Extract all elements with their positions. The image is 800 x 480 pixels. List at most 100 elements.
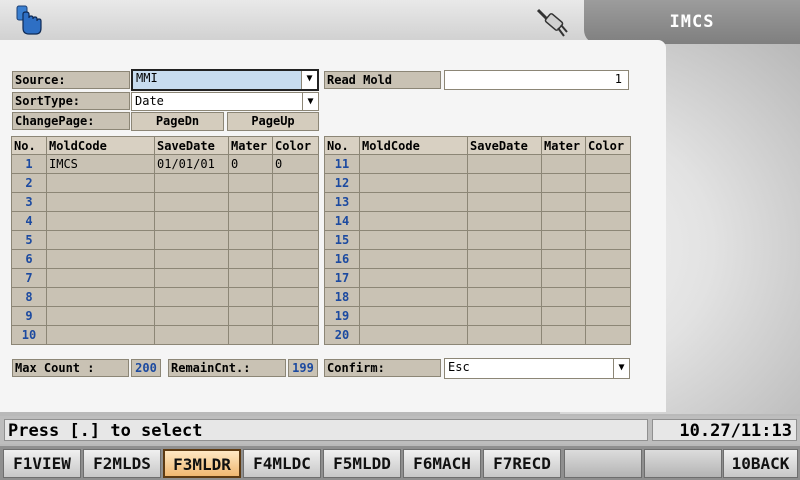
cell-savedate — [154, 211, 229, 231]
fkey-f4-moldc[interactable]: F4MLDC — [243, 449, 321, 478]
fkey-f9-blank[interactable] — [644, 449, 722, 478]
cell-savedate: 01/01/01 — [154, 154, 229, 174]
source-value: MMI — [136, 71, 158, 85]
table-row[interactable]: 12 — [324, 173, 631, 193]
sorttype-dropdown[interactable]: Date ▼ — [131, 92, 319, 111]
cell-color — [585, 211, 631, 231]
fkey-f8-blank[interactable] — [564, 449, 642, 478]
col-mater-header: Mater — [228, 136, 273, 155]
dropdown-arrow-icon[interactable]: ▼ — [613, 359, 629, 378]
cell-savedate — [467, 154, 542, 174]
table-row[interactable]: 17 — [324, 268, 631, 288]
cell-moldcode — [46, 325, 155, 345]
table-row[interactable]: 20 — [324, 325, 631, 345]
cell-savedate — [154, 173, 229, 193]
cell-mater — [541, 268, 586, 288]
cell-moldcode — [46, 230, 155, 250]
table-row[interactable]: 4 — [11, 211, 319, 231]
cell-mater — [228, 192, 273, 212]
table-row[interactable]: 14 — [324, 211, 631, 231]
hand-pointer-icon[interactable] — [14, 4, 44, 36]
cell-mater — [228, 306, 273, 326]
cell-savedate — [467, 230, 542, 250]
cell-savedate — [154, 287, 229, 307]
cell-moldcode — [359, 154, 468, 174]
cell-moldcode — [359, 325, 468, 345]
readmold-value[interactable]: 1 — [444, 70, 629, 90]
cell-color — [272, 230, 319, 250]
changepage-label: ChangePage: — [12, 112, 130, 130]
readmold-label: Read Mold — [324, 71, 441, 89]
col-moldcode-header: MoldCode — [46, 136, 155, 155]
table-row[interactable]: 1 IMCS 01/01/01 0 0 — [11, 154, 319, 174]
cell-savedate — [154, 268, 229, 288]
row-number: 2 — [11, 173, 47, 193]
cell-moldcode — [359, 230, 468, 250]
fkey-f2-molds[interactable]: F2MLDS — [83, 449, 161, 478]
remaincount-value: 199 — [288, 359, 318, 377]
fkey-f5-moldd[interactable]: F5MLDD — [323, 449, 401, 478]
table-header-row: No. MoldCode SaveDate Mater Color — [11, 136, 319, 155]
table-row[interactable]: 2 — [11, 173, 319, 193]
cell-color — [272, 306, 319, 326]
cell-mater — [541, 306, 586, 326]
cell-color — [272, 249, 319, 269]
fkey-f6-mach[interactable]: F6MACH — [403, 449, 481, 478]
cell-moldcode — [359, 268, 468, 288]
pageup-button[interactable]: PageUp — [227, 112, 319, 131]
cell-moldcode — [359, 173, 468, 193]
cell-savedate — [467, 306, 542, 326]
col-savedate-header: SaveDate — [467, 136, 542, 155]
row-number: 17 — [324, 268, 360, 288]
cell-mater — [541, 249, 586, 269]
cell-savedate — [154, 325, 229, 345]
dropdown-arrow-icon[interactable]: ▼ — [302, 93, 318, 110]
row-number: 16 — [324, 249, 360, 269]
table-row[interactable]: 13 — [324, 192, 631, 212]
app-title: IMCS — [669, 12, 715, 32]
table-row[interactable]: 11 — [324, 154, 631, 174]
table-row[interactable]: 9 — [11, 306, 319, 326]
status-message: Press [.] to select — [4, 419, 648, 441]
cell-color — [585, 268, 631, 288]
table-row[interactable]: 5 — [11, 230, 319, 250]
confirm-label: Confirm: — [324, 359, 441, 377]
cell-mater — [541, 230, 586, 250]
confirm-value: Esc — [448, 360, 470, 374]
cell-savedate — [467, 249, 542, 269]
cell-mater — [541, 173, 586, 193]
cell-mater — [228, 173, 273, 193]
cell-color — [272, 268, 319, 288]
cell-moldcode — [359, 287, 468, 307]
source-dropdown[interactable]: MMI ▼ — [131, 69, 319, 91]
col-color-header: Color — [585, 136, 631, 155]
row-number: 20 — [324, 325, 360, 345]
cell-color — [585, 306, 631, 326]
dropdown-arrow-icon[interactable]: ▼ — [301, 71, 317, 89]
table-row[interactable]: 3 — [11, 192, 319, 212]
cell-mater — [228, 287, 273, 307]
table-row[interactable]: 10 — [11, 325, 319, 345]
table-row[interactable]: 8 — [11, 287, 319, 307]
cell-mater: 0 — [228, 154, 273, 174]
pagedn-button[interactable]: PageDn — [131, 112, 224, 131]
fkey-f3-moldr[interactable]: F3MLDR — [163, 449, 241, 478]
mold-table-left: No. MoldCode SaveDate Mater Color 1 IMCS 0… — [11, 136, 319, 345]
cell-savedate — [467, 325, 542, 345]
table-row[interactable]: 18 — [324, 287, 631, 307]
fkey-f1-view[interactable]: F1VIEW — [3, 449, 81, 478]
cell-moldcode — [359, 306, 468, 326]
fkey-f7-recd[interactable]: F7RECD — [483, 449, 561, 478]
cell-mater — [228, 268, 273, 288]
cell-color — [272, 173, 319, 193]
table-row[interactable]: 19 — [324, 306, 631, 326]
cell-moldcode: IMCS — [46, 154, 155, 174]
table-row[interactable]: 16 — [324, 249, 631, 269]
fkey-f10-back[interactable]: 10BACK — [723, 449, 798, 478]
row-number: 10 — [11, 325, 47, 345]
table-row[interactable]: 6 — [11, 249, 319, 269]
confirm-dropdown[interactable]: Esc ▼ — [444, 358, 630, 379]
table-row[interactable]: 15 — [324, 230, 631, 250]
table-row[interactable]: 7 — [11, 268, 319, 288]
col-color-header: Color — [272, 136, 319, 155]
